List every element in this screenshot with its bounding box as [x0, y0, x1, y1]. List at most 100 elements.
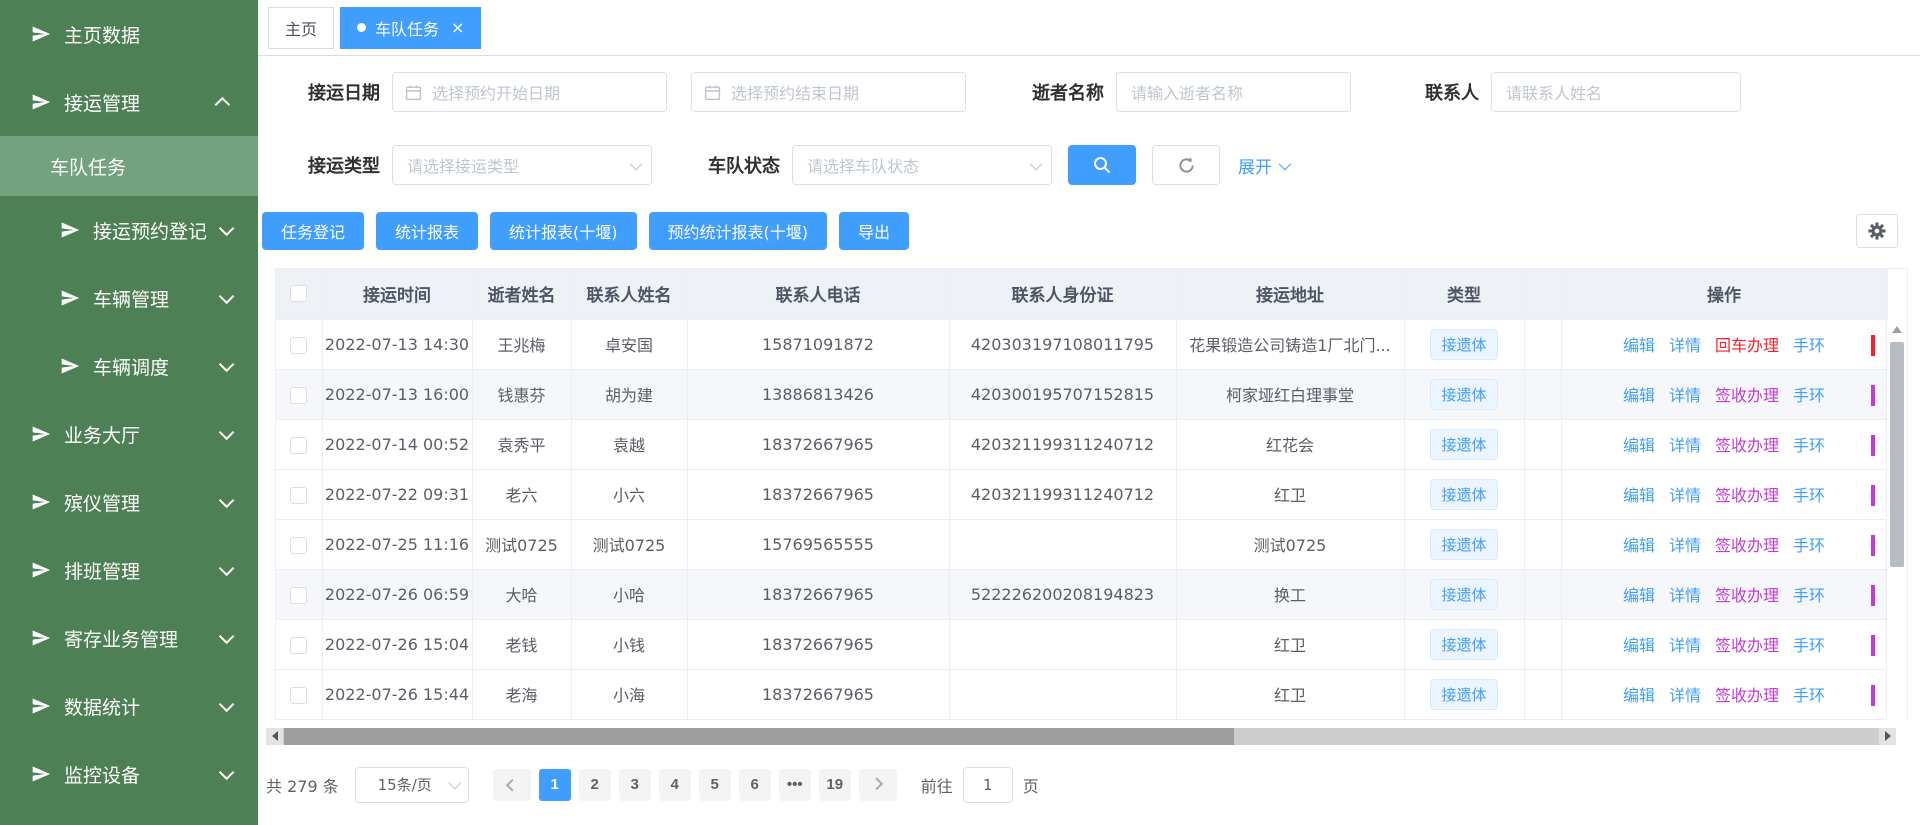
op-link-4[interactable]: 手环 — [1793, 486, 1825, 505]
sidebar-item-6[interactable]: 车辆调度 — [0, 332, 258, 400]
op-link-3[interactable]: 签收办理 — [1715, 386, 1779, 405]
op-link-1[interactable]: 编辑 — [1623, 336, 1655, 355]
toolbar-button-4[interactable]: 预约统计报表(十堰) — [649, 212, 828, 250]
page-button-6[interactable]: 6 — [739, 769, 771, 801]
select-all-checkbox[interactable] — [290, 285, 307, 302]
sidebar-item-3[interactable]: 车队任务 — [0, 136, 258, 196]
op-link-1[interactable]: 编辑 — [1623, 686, 1655, 705]
op-link-1[interactable]: 编辑 — [1623, 436, 1655, 455]
op-link-4[interactable]: 手环 — [1793, 586, 1825, 605]
toolbar-button-3[interactable]: 统计报表(十堰) — [490, 212, 637, 250]
op-link-3[interactable]: 签收办理 — [1715, 436, 1779, 455]
op-link-3[interactable]: 签收办理 — [1715, 636, 1779, 655]
clipped-link-fragment — [1871, 585, 1875, 606]
column-settings-button[interactable] — [1856, 214, 1898, 248]
sidebar-item-10[interactable]: 寄存业务管理 — [0, 604, 258, 672]
op-link-1[interactable]: 编辑 — [1623, 636, 1655, 655]
refresh-button[interactable] — [1152, 145, 1220, 185]
op-link-2[interactable]: 详情 — [1669, 336, 1701, 355]
op-link-2[interactable]: 详情 — [1669, 686, 1701, 705]
row-checkbox[interactable] — [290, 537, 307, 554]
toolbar-button-1[interactable]: 任务登记 — [262, 212, 364, 250]
op-link-4[interactable]: 手环 — [1793, 336, 1825, 355]
op-link-2[interactable]: 详情 — [1669, 486, 1701, 505]
contact-input[interactable]: 请联系人姓名 — [1491, 72, 1741, 112]
sidebar-item-7[interactable]: 业务大厅 — [0, 400, 258, 468]
scroll-left-button[interactable] — [266, 728, 283, 745]
chevron-down-icon — [219, 764, 235, 780]
toolbar-button-5[interactable]: 导出 — [839, 212, 909, 250]
op-link-4[interactable]: 手环 — [1793, 536, 1825, 555]
op-link-4[interactable]: 手环 — [1793, 386, 1825, 405]
horizontal-scrollbar-thumb[interactable] — [284, 728, 1234, 745]
op-link-1[interactable]: 编辑 — [1623, 486, 1655, 505]
row-checkbox[interactable] — [290, 637, 307, 654]
page-button-4[interactable]: 4 — [659, 769, 691, 801]
op-link-4[interactable]: 手环 — [1793, 436, 1825, 455]
op-link-2[interactable]: 详情 — [1669, 436, 1701, 455]
deceased-name-placeholder: 请输入逝者名称 — [1131, 80, 1243, 104]
op-link-3[interactable]: 签收办理 — [1715, 536, 1779, 555]
scroll-right-button[interactable] — [1879, 728, 1896, 745]
sidebar-item-9[interactable]: 排班管理 — [0, 536, 258, 604]
op-link-1[interactable]: 编辑 — [1623, 386, 1655, 405]
start-date-input[interactable]: 选择预约开始日期 — [392, 72, 667, 112]
cell-deceased: 老海 — [472, 669, 571, 719]
op-link-2[interactable]: 详情 — [1669, 386, 1701, 405]
row-checkbox[interactable] — [290, 587, 307, 604]
search-button[interactable] — [1068, 145, 1136, 185]
fleet-status-placeholder: 请选择车队状态 — [807, 153, 919, 177]
sidebar-item-2[interactable]: 接运管理 — [0, 68, 258, 136]
end-date-input[interactable]: 选择预约结束日期 — [691, 72, 966, 112]
close-icon[interactable]: × — [451, 20, 464, 36]
sidebar-item-11[interactable]: 数据统计 — [0, 672, 258, 740]
page-button-2[interactable]: 2 — [579, 769, 611, 801]
vertical-scrollbar-thumb[interactable] — [1890, 342, 1904, 567]
row-checkbox[interactable] — [290, 437, 307, 454]
op-link-3[interactable]: 签收办理 — [1715, 586, 1779, 605]
sidebar-item-1[interactable]: 主页数据 — [0, 0, 258, 68]
vertical-scrollbar[interactable] — [1886, 320, 1907, 720]
op-link-1[interactable]: 编辑 — [1623, 536, 1655, 555]
page-button-1[interactable]: 1 — [539, 769, 571, 801]
page-button-19[interactable]: 19 — [819, 769, 851, 801]
op-link-3[interactable]: 签收办理 — [1715, 686, 1779, 705]
next-page-button[interactable] — [859, 769, 897, 801]
toolbar-button-2[interactable]: 统计报表 — [376, 212, 478, 250]
op-link-2[interactable]: 详情 — [1669, 586, 1701, 605]
page-button-5[interactable]: 5 — [699, 769, 731, 801]
cell-contact: 小钱 — [571, 619, 687, 669]
horizontal-scrollbar[interactable] — [266, 728, 1896, 745]
op-link-1[interactable]: 编辑 — [1623, 586, 1655, 605]
tab-2[interactable]: 车队任务× — [340, 7, 481, 49]
sidebar-item-4[interactable]: 接运预约登记 — [0, 196, 258, 264]
expand-filters-link[interactable]: 展开 — [1238, 153, 1288, 178]
row-checkbox[interactable] — [290, 387, 307, 404]
sidebar-item-8[interactable]: 殡仪管理 — [0, 468, 258, 536]
row-checkbox[interactable] — [290, 337, 307, 354]
pickup-type-select[interactable]: 请选择接运类型 — [392, 145, 652, 185]
page-size-select[interactable]: 15条/页 — [355, 767, 469, 803]
goto-page-input[interactable] — [963, 767, 1013, 803]
type-badge: 接遗体 — [1430, 379, 1497, 410]
op-link-4[interactable]: 手环 — [1793, 686, 1825, 705]
cell-type: 接遗体 — [1404, 369, 1524, 419]
more-pages-button[interactable]: ••• — [779, 769, 811, 801]
prev-page-button[interactable] — [493, 769, 531, 801]
op-link-3[interactable]: 签收办理 — [1715, 486, 1779, 505]
row-checkbox[interactable] — [290, 687, 307, 704]
deceased-name-input[interactable]: 请输入逝者名称 — [1116, 72, 1351, 112]
op-link-2[interactable]: 详情 — [1669, 636, 1701, 655]
paper-plane-icon — [31, 492, 51, 512]
scroll-up-arrow-icon[interactable] — [1892, 326, 1902, 333]
op-link-2[interactable]: 详情 — [1669, 536, 1701, 555]
paper-plane-icon — [31, 628, 51, 648]
tab-1[interactable]: 主页 — [268, 7, 334, 49]
op-link-4[interactable]: 手环 — [1793, 636, 1825, 655]
sidebar-item-12[interactable]: 监控设备 — [0, 740, 258, 808]
row-checkbox[interactable] — [290, 487, 307, 504]
op-link-3[interactable]: 回车办理 — [1715, 336, 1779, 355]
sidebar-item-5[interactable]: 车辆管理 — [0, 264, 258, 332]
page-button-3[interactable]: 3 — [619, 769, 651, 801]
fleet-status-select[interactable]: 请选择车队状态 — [792, 145, 1052, 185]
